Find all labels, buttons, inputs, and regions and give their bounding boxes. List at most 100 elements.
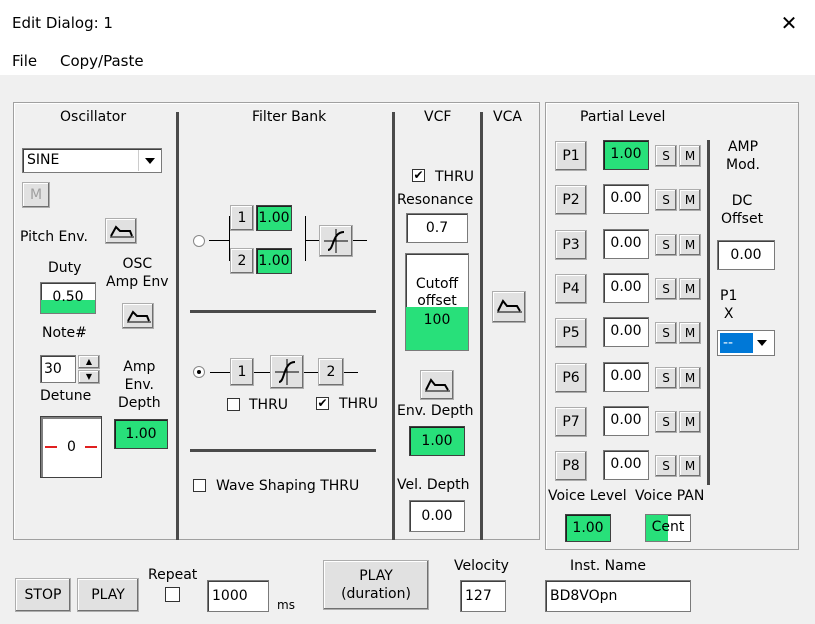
- filter-2-button[interactable]: 2: [230, 248, 254, 274]
- partial-select-button[interactable]: P1: [555, 141, 587, 171]
- resonance-field[interactable]: 0.7: [406, 213, 468, 243]
- partial-select-button[interactable]: P8: [555, 451, 587, 482]
- thru1-label: THRU: [249, 397, 289, 413]
- vel-depth-field[interactable]: 0.00: [409, 500, 465, 532]
- p1x-select[interactable]: --: [717, 330, 775, 356]
- inst-name-label: Inst. Name: [570, 558, 646, 574]
- voice-pan-field[interactable]: Cent: [645, 514, 691, 542]
- route-line: [209, 240, 229, 241]
- voice-level-field[interactable]: 1.00: [565, 514, 611, 542]
- oscillator-header: Oscillator: [60, 109, 127, 125]
- partial-level-field[interactable]: 0.00: [603, 184, 649, 215]
- partial-select-button[interactable]: P6: [555, 362, 587, 393]
- partial-mute-button[interactable]: M: [679, 455, 701, 478]
- detune-label: Detune: [40, 388, 92, 404]
- partial-select-button[interactable]: P2: [555, 185, 587, 216]
- play-button[interactable]: PLAY: [77, 578, 139, 612]
- detune-knob[interactable]: 0: [40, 416, 102, 478]
- filter-2-level[interactable]: 1.00: [256, 248, 292, 274]
- osc-amp-env-button[interactable]: [122, 303, 154, 329]
- voice-level-label: Voice Level: [548, 488, 627, 504]
- partial-select-button[interactable]: P5: [555, 318, 587, 349]
- partial-solo-button[interactable]: S: [655, 145, 677, 167]
- route-line: [305, 216, 306, 261]
- note-up-button[interactable]: ▲: [78, 355, 100, 369]
- partial-level-field[interactable]: 0.00: [603, 228, 649, 259]
- partial-solo-button[interactable]: S: [655, 366, 677, 389]
- serial-shaper-button[interactable]: [270, 355, 304, 389]
- voice-pan-value: Cent: [651, 519, 685, 535]
- route-line: [254, 372, 270, 373]
- vcf-thru-checkbox[interactable]: ✔: [412, 169, 425, 182]
- route-line: [210, 372, 230, 373]
- partial-solo-button[interactable]: S: [655, 189, 677, 212]
- partial-solo-button[interactable]: S: [655, 277, 677, 300]
- chevron-down-icon[interactable]: [138, 150, 161, 171]
- close-icon[interactable]: ✕: [776, 10, 802, 36]
- partial-level-field[interactable]: 1.00: [603, 140, 649, 170]
- partial-level-field[interactable]: 0.00: [603, 450, 649, 481]
- amp-env-depth-field[interactable]: 1.00: [114, 419, 168, 449]
- separator: [190, 449, 376, 452]
- partial-mute-button[interactable]: M: [679, 233, 701, 256]
- envelope-icon: [497, 299, 522, 313]
- repeat-label: Repeat: [148, 567, 198, 583]
- thru2-checkbox[interactable]: ✔: [316, 397, 329, 410]
- wave-shaper-icon: [324, 229, 348, 253]
- partial-select-button[interactable]: P3: [555, 229, 587, 260]
- cutoff-slider[interactable]: Cutoff offset 100: [405, 253, 469, 351]
- vel-depth-label: Vel. Depth: [397, 477, 470, 493]
- partial-select-button[interactable]: P7: [555, 406, 587, 437]
- pitch-env-button[interactable]: [105, 218, 137, 244]
- partial-level-header: Partial Level: [580, 109, 666, 125]
- serial-filter-2-button[interactable]: 2: [318, 358, 344, 386]
- wave-shaping-checkbox[interactable]: [193, 479, 206, 492]
- partial-mute-button[interactable]: M: [679, 145, 701, 167]
- menu-copy-paste[interactable]: Copy/Paste: [60, 52, 144, 70]
- partial-mute-button[interactable]: M: [679, 322, 701, 345]
- velocity-field[interactable]: 127: [460, 580, 506, 612]
- filter-1-level[interactable]: 1.00: [256, 205, 292, 231]
- partial-select-button[interactable]: P4: [555, 273, 587, 304]
- p1x-value: --: [720, 333, 753, 353]
- m-button[interactable]: M: [22, 182, 50, 208]
- partial-mute-button[interactable]: M: [679, 410, 701, 433]
- note-field[interactable]: 30: [40, 355, 76, 383]
- partial-mute-button[interactable]: M: [679, 277, 701, 300]
- partial-level-field[interactable]: 0.00: [603, 405, 649, 436]
- partial-solo-button[interactable]: S: [655, 233, 677, 256]
- partial-solo-button[interactable]: S: [655, 410, 677, 433]
- amp-env-depth-label: Amp Env. Depth: [118, 359, 161, 411]
- serial-route-radio[interactable]: [193, 366, 205, 378]
- partial-mute-button[interactable]: M: [679, 189, 701, 212]
- menu-file[interactable]: File: [12, 52, 37, 70]
- filter-1-button[interactable]: 1: [230, 205, 254, 231]
- play-duration-button[interactable]: PLAY (duration): [323, 560, 429, 610]
- separator: [392, 112, 395, 540]
- envelope-icon: [110, 225, 134, 238]
- stop-button[interactable]: STOP: [15, 578, 71, 612]
- env-depth-field[interactable]: 1.00: [409, 426, 465, 456]
- vca-env-button[interactable]: [492, 291, 526, 323]
- shaper-button[interactable]: [319, 225, 353, 257]
- partial-solo-button[interactable]: S: [655, 322, 677, 345]
- partial-level-field[interactable]: 0.00: [603, 272, 649, 303]
- repeat-checkbox[interactable]: [165, 587, 180, 602]
- inst-name-field[interactable]: BD8VOpn: [545, 580, 691, 612]
- window-title: Edit Dialog: 1: [12, 14, 113, 32]
- serial-filter-1-button[interactable]: 1: [230, 358, 254, 386]
- duty-field[interactable]: 0.50: [40, 282, 96, 314]
- partial-solo-button[interactable]: S: [655, 455, 677, 478]
- repeat-interval-field[interactable]: 1000: [207, 580, 269, 612]
- partial-mute-button[interactable]: M: [679, 366, 701, 389]
- vcf-env-button[interactable]: [420, 370, 454, 400]
- filter-bank-header: Filter Bank: [252, 109, 327, 125]
- partial-level-field[interactable]: 0.00: [603, 317, 649, 348]
- thru2-label: THRU: [339, 396, 379, 412]
- detune-marker: [45, 446, 57, 448]
- partial-level-field[interactable]: 0.00: [603, 361, 649, 392]
- thru1-checkbox[interactable]: [227, 398, 240, 411]
- parallel-route-radio[interactable]: [193, 235, 205, 247]
- note-down-button[interactable]: ▼: [78, 370, 100, 384]
- dc-offset-field[interactable]: 0.00: [717, 240, 775, 270]
